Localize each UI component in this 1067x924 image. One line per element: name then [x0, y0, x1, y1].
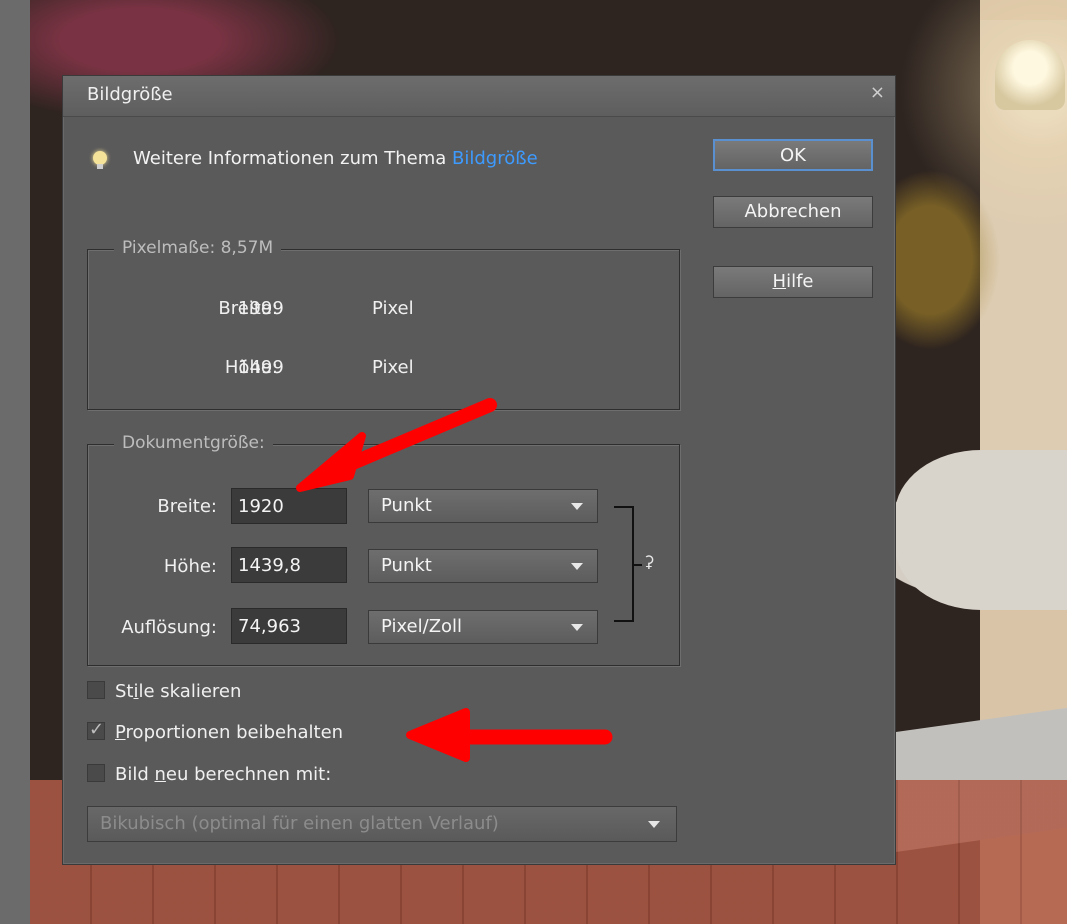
doc-width-unit-select[interactable]: Punkt: [368, 489, 598, 523]
resample-method-value: Bikubisch (optimal für einen glatten Ver…: [100, 813, 499, 834]
scale-styles-checkbox-row[interactable]: Stile skalieren: [87, 681, 241, 702]
lightbulb-icon: [93, 151, 107, 169]
background-table: [895, 450, 1067, 610]
doc-height-input[interactable]: [231, 547, 347, 583]
doc-height-label: Höhe:: [163, 556, 217, 577]
resample-method-select[interactable]: Bikubisch (optimal für einen glatten Ver…: [87, 806, 677, 842]
ok-button[interactable]: OK: [713, 139, 873, 171]
chevron-down-icon: [571, 563, 583, 570]
scale-styles-label-post: le skalieren: [138, 681, 242, 702]
resample-checkbox-row[interactable]: Bild neu berechnen mit:: [87, 764, 331, 785]
pixel-width-value: 1999: [238, 298, 284, 319]
constrain-proportions-checkbox-row[interactable]: Proportionen beibehalten: [87, 719, 344, 743]
help-button[interactable]: Hilfe: [713, 266, 873, 298]
pixel-height-value: 1499: [238, 357, 284, 378]
help-label-rest: ilfe: [786, 271, 814, 292]
pixel-width-unit: Pixel: [372, 298, 414, 319]
resample-mnemonic: n: [154, 764, 166, 785]
doc-width-input[interactable]: [231, 488, 347, 524]
scale-styles-label-pre: St: [115, 681, 134, 702]
scale-styles-checkbox[interactable]: [87, 681, 105, 699]
constrain-bracket-stem: [634, 564, 642, 566]
resolution-label: Auflösung:: [121, 617, 217, 638]
doc-height-unit-select[interactable]: Punkt: [368, 549, 598, 583]
resolution-unit-value: Pixel/Zoll: [381, 616, 463, 637]
chevron-down-icon: [571, 503, 583, 510]
left-edge-bar: [0, 0, 30, 924]
info-row: Weitere Informationen zum Thema Bildgröß…: [93, 148, 538, 169]
doc-width-unit-value: Punkt: [381, 495, 432, 516]
doc-height-unit-value: Punkt: [381, 555, 432, 576]
resolution-input[interactable]: [231, 608, 347, 644]
image-size-dialog: Bildgröße × Weitere Informationen zum Th…: [62, 75, 896, 865]
help-mnemonic: H: [772, 271, 787, 292]
resample-label-pre: Bild: [115, 764, 155, 785]
pixel-height-unit: Pixel: [372, 357, 414, 378]
pixel-dimensions-legend: Pixelmaße: 8,57M: [114, 238, 282, 258]
dialog-titlebar[interactable]: Bildgröße ×: [63, 76, 895, 117]
background-lamp: [995, 40, 1065, 110]
dialog-title: Bildgröße: [87, 84, 173, 105]
close-icon[interactable]: ×: [870, 82, 885, 103]
doc-width-label: Breite:: [157, 496, 217, 517]
chain-link-icon: ⚳: [643, 552, 655, 571]
resolution-unit-select[interactable]: Pixel/Zoll: [368, 610, 598, 644]
constrain-label-post: roportionen beibehalten: [125, 722, 344, 743]
document-size-legend: Dokumentgröße:: [114, 433, 273, 453]
resample-label-post: eu berechnen mit:: [165, 764, 332, 785]
constrain-proportions-checkbox[interactable]: [87, 719, 105, 740]
constrain-bracket: [614, 506, 634, 622]
info-text: Weitere Informationen zum Thema: [133, 148, 453, 169]
chevron-down-icon: [571, 624, 583, 631]
resample-checkbox[interactable]: [87, 764, 105, 782]
constrain-mnemonic: P: [115, 722, 126, 743]
pixel-dimensions-group: Pixelmaße: 8,57M Breite: 1999 Pixel Höhe…: [87, 238, 680, 410]
info-link[interactable]: Bildgröße: [452, 148, 538, 169]
cancel-button[interactable]: Abbrechen: [713, 196, 873, 228]
chevron-down-icon: [648, 821, 660, 828]
